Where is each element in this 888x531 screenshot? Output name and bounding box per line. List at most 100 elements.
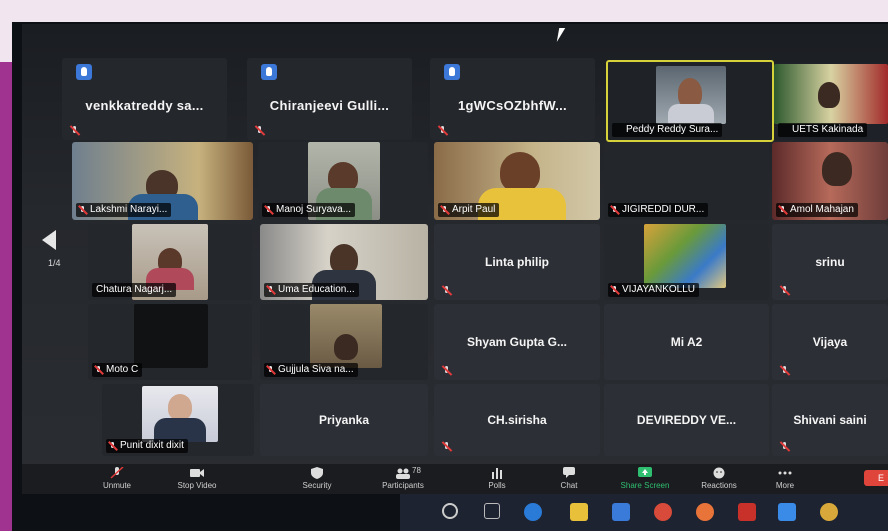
participant-tile[interactable]: Priyanka — [260, 384, 428, 456]
share-screen-button[interactable]: Share Screen — [610, 464, 680, 494]
participant-person — [168, 394, 192, 420]
mic-muted-icon — [611, 286, 619, 294]
stop-video-button[interactable]: Stop Video — [162, 464, 232, 494]
participant-person — [334, 334, 358, 360]
pdf-reader-icon[interactable] — [738, 503, 756, 521]
participant-tile[interactable]: Uma Education... — [260, 224, 428, 300]
participant-name: Lakshmi Narayi... — [76, 203, 172, 217]
raise-hand-icon — [261, 64, 277, 80]
participant-tile[interactable]: srinu — [772, 224, 888, 300]
emoji-icon — [713, 467, 725, 479]
participant-tile[interactable]: Vijaya — [772, 304, 888, 380]
mic-muted-icon — [611, 206, 619, 214]
edge-browser-icon[interactable] — [524, 503, 542, 521]
participant-name: VIJAYANKOLLU — [608, 283, 699, 297]
participant-name: Manoj Suryava... — [262, 203, 356, 217]
page-indicator: 1/4 — [48, 258, 61, 268]
participant-name: Punit dixit dixit — [106, 439, 188, 453]
shield-icon — [311, 467, 323, 479]
participant-tile[interactable]: Mi A2 — [604, 304, 769, 380]
participant-name: Shivani saini — [793, 413, 867, 427]
participant-tile[interactable]: DEVIREDDY VE... — [604, 384, 769, 456]
participant-tile[interactable]: Lakshmi Narayi... — [72, 142, 253, 220]
participant-person — [500, 152, 540, 192]
participant-tile[interactable]: Chiranjeevi Gulli... — [247, 58, 412, 140]
meeting-toolbar: Unmute Stop Video Security 78 Participan… — [22, 464, 888, 494]
mic-muted-icon — [70, 126, 80, 136]
participant-video — [774, 64, 888, 124]
participant-tile[interactable]: Punit dixit dixit — [102, 384, 254, 456]
participant-tile[interactable]: Arpit Paul — [434, 142, 600, 220]
participant-tile[interactable]: Moto C — [88, 304, 252, 380]
participant-name: venkkatreddy sa... — [85, 98, 204, 113]
participant-video — [310, 304, 382, 368]
participant-tile[interactable]: Linta philip — [434, 224, 600, 300]
participant-name: Amol Mahajan — [776, 203, 858, 217]
participant-tile[interactable]: CH.sirisha — [434, 384, 600, 456]
task-view-icon[interactable] — [484, 503, 500, 519]
participant-person — [818, 82, 840, 108]
mic-muted-icon — [79, 206, 87, 214]
polls-button[interactable]: Polls — [462, 464, 532, 494]
participant-tile[interactable]: 1gWCsOZbhfW... — [430, 58, 595, 140]
participant-name: Gujjula Siva na... — [264, 363, 358, 377]
participant-tile[interactable]: Gujjula Siva na... — [260, 304, 428, 380]
zoom-app-icon[interactable] — [778, 503, 796, 521]
participant-tile[interactable]: Shyam Gupta G... — [434, 304, 600, 380]
chrome-browser-icon[interactable] — [820, 503, 838, 521]
chat-button[interactable]: Chat — [534, 464, 604, 494]
poll-bars-icon — [492, 468, 502, 479]
video-camera-icon — [190, 469, 204, 477]
mic-muted-icon — [780, 442, 790, 452]
participant-tile[interactable]: Shivani saini — [772, 384, 888, 456]
file-explorer-icon[interactable] — [570, 503, 588, 521]
participant-tile[interactable]: Chatura Nagarj... — [88, 224, 252, 300]
mic-muted-icon — [95, 366, 103, 374]
participant-name: 1gWCsOZbhfW... — [458, 98, 567, 113]
firefox-browser-icon[interactable] — [696, 503, 714, 521]
participant-name: Chiranjeevi Gulli... — [269, 98, 390, 113]
participant-name: JIGIREDDI DUR... — [608, 203, 709, 217]
security-button[interactable]: Security — [282, 464, 352, 494]
participant-name: Linta philip — [485, 255, 549, 269]
mic-muted-icon — [255, 126, 265, 136]
participants-count: 78 — [412, 466, 421, 475]
more-button[interactable]: More — [750, 464, 820, 494]
mic-muted-icon — [267, 286, 275, 294]
participant-tile[interactable]: Amol Mahajan — [772, 142, 888, 220]
participant-tile[interactable]: venkkatreddy sa... — [62, 58, 227, 140]
unmute-button[interactable]: Unmute — [82, 464, 152, 494]
mic-muted-icon — [265, 206, 273, 214]
participant-tile-active-speaker[interactable]: Peddy Reddy Sura... — [606, 60, 774, 142]
participant-name: Arpit Paul — [438, 203, 500, 217]
end-meeting-button[interactable]: E — [864, 470, 888, 486]
chat-bubble-icon — [563, 467, 575, 478]
participant-name: Uma Education... — [264, 283, 359, 297]
previous-page-arrow-icon[interactable] — [42, 230, 56, 250]
participant-video — [644, 224, 726, 288]
participant-name: srinu — [815, 255, 845, 269]
participants-icon — [396, 468, 410, 479]
participant-video — [142, 386, 218, 442]
search-circle-icon[interactable] — [442, 503, 458, 519]
participants-button[interactable]: 78 Participants — [368, 464, 438, 494]
participant-name: DEVIREDDY VE... — [636, 413, 737, 427]
participant-tile[interactable]: JIGIREDDI DUR... — [604, 142, 769, 220]
participant-name: Shyam Gupta G... — [466, 335, 568, 349]
participant-tile[interactable]: VIJAYANKOLLU — [604, 224, 769, 300]
mic-muted-icon — [438, 126, 448, 136]
participant-name: Peddy Reddy Sura... — [612, 123, 723, 137]
participant-name: Chatura Nagarj... — [92, 283, 177, 297]
participant-name: Priyanka — [318, 413, 370, 427]
chrome-browser-icon[interactable] — [654, 503, 672, 521]
store-icon[interactable] — [612, 503, 630, 521]
mic-muted-icon — [779, 206, 787, 214]
participant-name: Moto C — [92, 363, 143, 377]
participant-tile[interactable]: Manoj Suryava... — [258, 142, 428, 220]
reactions-button[interactable]: Reactions — [684, 464, 754, 494]
participant-tile[interactable]: UETS Kakinada — [774, 62, 888, 140]
participant-person — [822, 152, 852, 186]
participant-person — [668, 104, 714, 124]
zoom-meeting-window: venkkatreddy sa... Chiranjeevi Gulli... … — [22, 24, 888, 494]
participant-name: Vijaya — [812, 335, 848, 349]
